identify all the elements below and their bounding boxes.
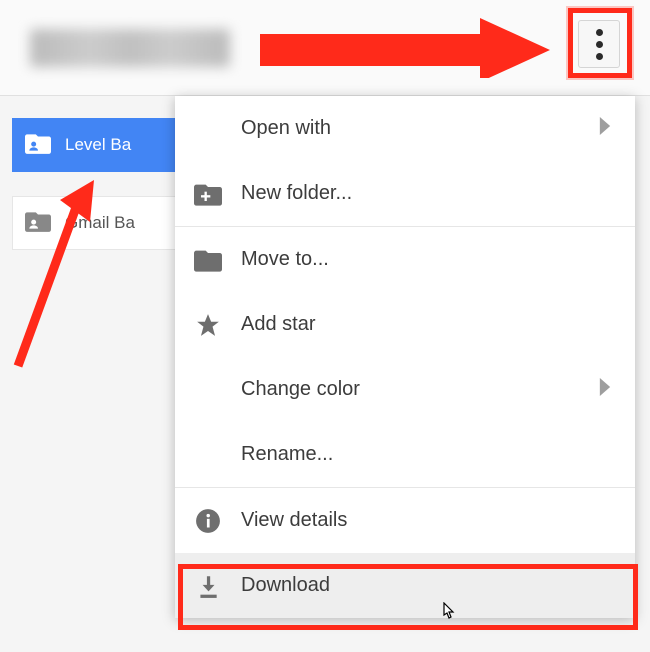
chevron-right-icon — [599, 378, 635, 402]
download-icon — [175, 573, 241, 599]
menu-item-label: Add star — [241, 313, 599, 336]
info-icon — [175, 508, 241, 534]
menu-item-change-color[interactable]: Change color — [175, 357, 635, 422]
chevron-right-icon — [599, 117, 635, 141]
folder-card-label: Gmail Ba — [65, 213, 135, 233]
menu-item-add-star[interactable]: Add star — [175, 292, 635, 357]
menu-item-move-to[interactable]: Move to... — [175, 227, 635, 292]
folder-card-selected[interactable]: Level Ba — [12, 118, 186, 172]
menu-item-label: Open with — [241, 117, 599, 140]
shared-folder-icon — [25, 210, 51, 237]
menu-item-label: Change color — [241, 378, 599, 401]
cursor-pointer-icon — [438, 602, 456, 629]
menu-item-label: Move to... — [241, 248, 599, 271]
menu-item-new-folder[interactable]: New folder... — [175, 161, 635, 226]
new-folder-icon — [175, 182, 241, 206]
menu-item-label: Rename... — [241, 443, 599, 466]
menu-item-label: New folder... — [241, 182, 599, 205]
folder-card-label: Level Ba — [65, 135, 131, 155]
shared-folder-icon — [25, 132, 51, 159]
menu-item-download[interactable]: Download — [175, 553, 635, 618]
star-icon — [175, 312, 241, 338]
menu-item-view-details[interactable]: View details — [175, 488, 635, 553]
folder-icon — [175, 248, 241, 272]
menu-item-open-with[interactable]: Open with — [175, 96, 635, 161]
menu-item-rename[interactable]: Rename... — [175, 422, 635, 487]
menu-item-label: View details — [241, 509, 599, 532]
menu-item-label: Download — [241, 574, 599, 597]
breadcrumb-blurred — [30, 29, 230, 67]
context-menu: Open with New folder... Move to... Add s… — [175, 96, 635, 618]
annotation-highlight-more — [568, 8, 632, 78]
folder-card[interactable]: Gmail Ba — [12, 196, 186, 250]
toolbar — [0, 0, 650, 96]
